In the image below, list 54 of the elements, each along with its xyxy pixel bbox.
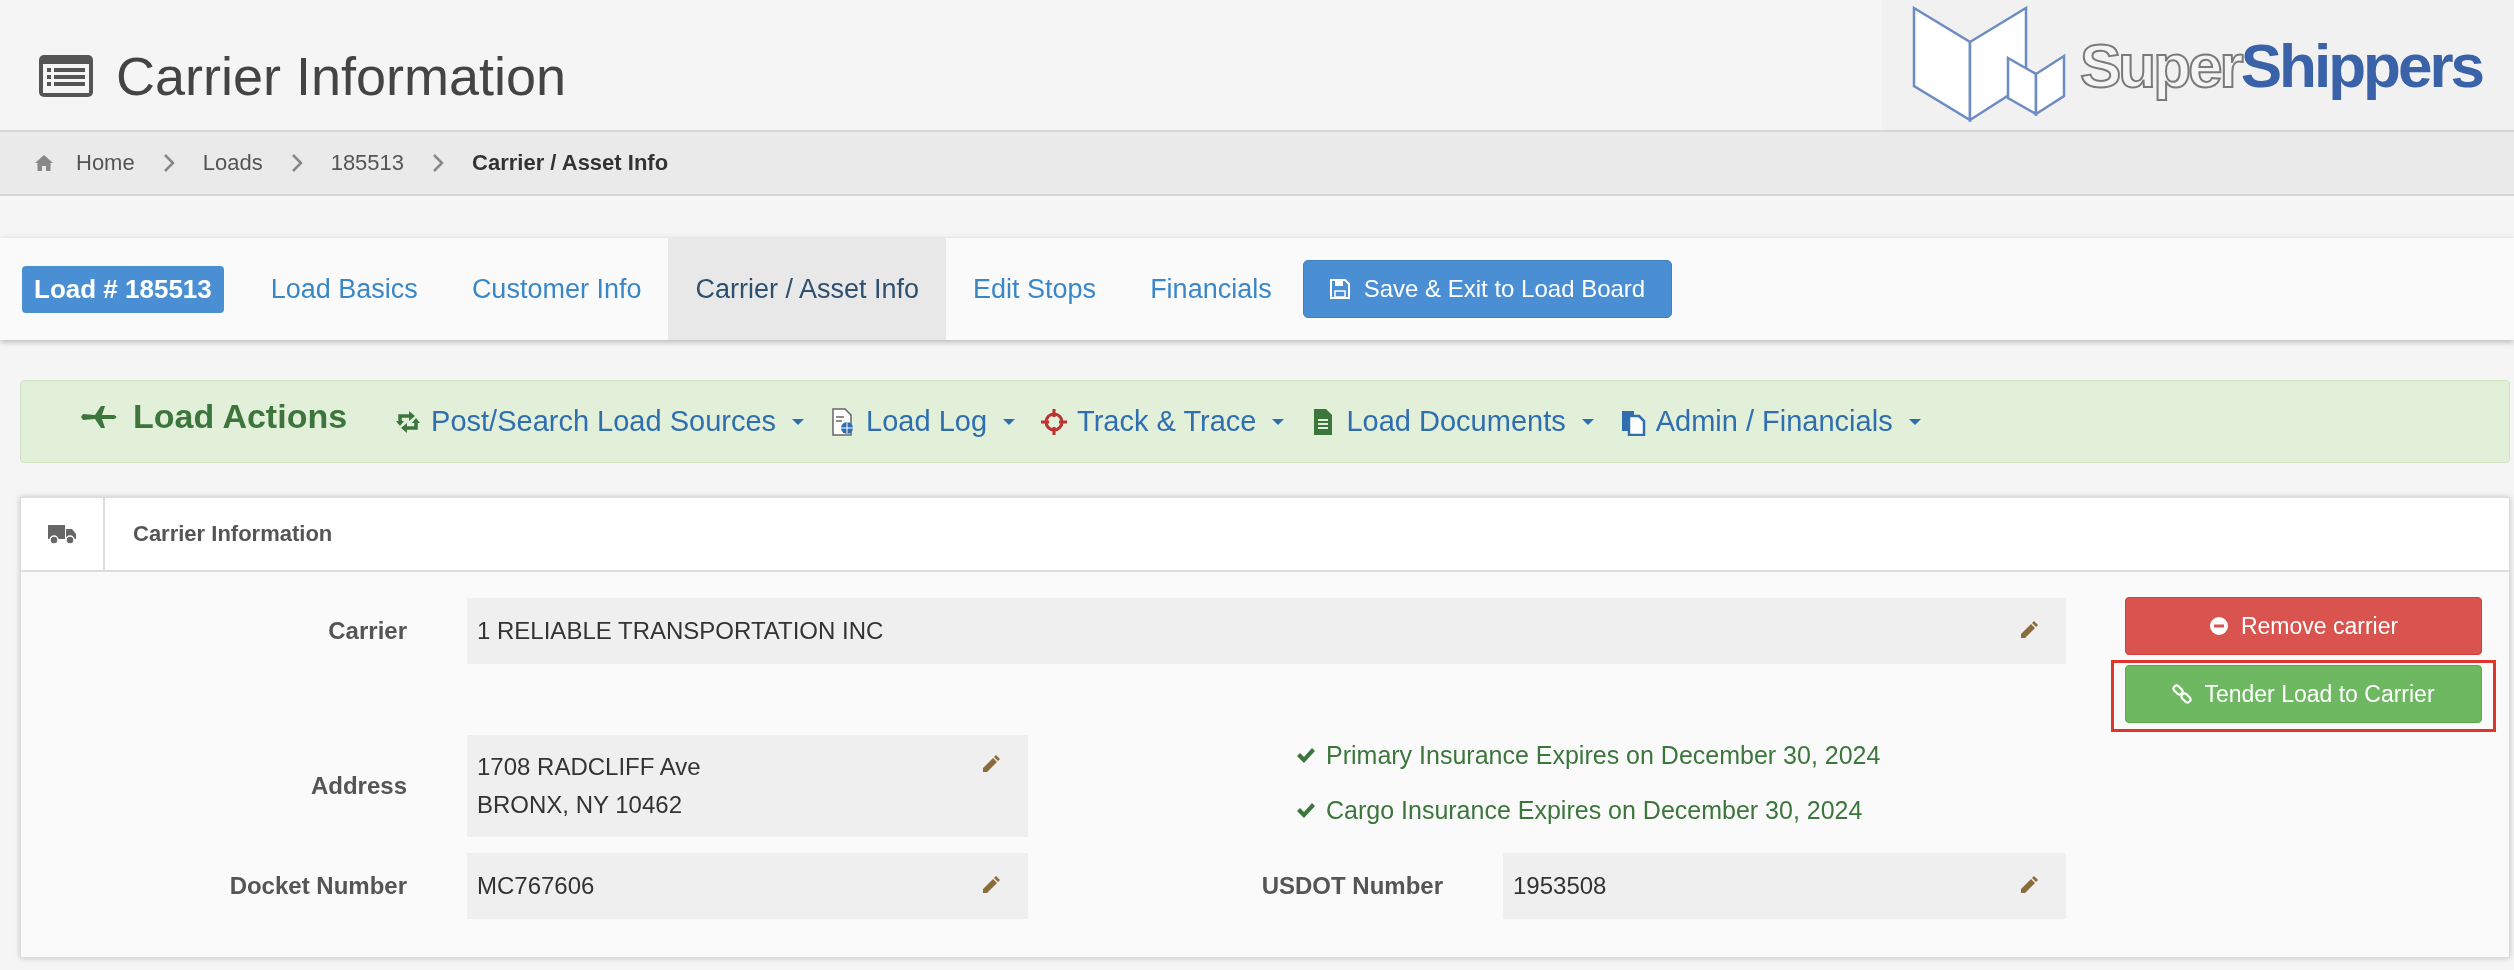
truck-icon bbox=[47, 523, 77, 545]
tab[interactable]: Financials bbox=[1123, 238, 1299, 340]
field-label: Docket Number bbox=[228, 871, 407, 901]
plane-icon bbox=[81, 404, 119, 429]
field-label: Carrier bbox=[327, 616, 407, 646]
dropdown-menu[interactable]: Load Log bbox=[830, 405, 1016, 438]
tender-load-button[interactable]: Tender Load to Carrier bbox=[2125, 665, 2482, 723]
pencil-icon[interactable] bbox=[2018, 876, 2038, 896]
minus-circle-icon bbox=[2208, 616, 2229, 636]
text-field[interactable]: 1 RELIABLE TRANSPORTATION INC bbox=[467, 598, 2066, 664]
home-icon bbox=[34, 154, 54, 172]
pencil-icon[interactable] bbox=[2018, 621, 2038, 641]
address-line: 1708 RADCLIFF Ave bbox=[477, 753, 701, 781]
chevron-icon bbox=[290, 153, 303, 173]
breadcrumb-current: Carrier / Asset Info bbox=[472, 150, 669, 176]
caret-icon bbox=[1272, 418, 1285, 425]
link-icon bbox=[2172, 684, 2193, 704]
remove-carrier-button[interactable]: Remove carrier bbox=[2125, 597, 2482, 655]
breadcrumb-link[interactable]: Home bbox=[76, 150, 135, 176]
save-exit-button[interactable]: Save & Exit to Load Board bbox=[1302, 260, 1673, 318]
crosshair-icon bbox=[1041, 407, 1068, 436]
page-title: Carrier Information bbox=[116, 45, 567, 107]
caret-icon bbox=[1908, 418, 1921, 425]
panel-title: Carrier Information bbox=[132, 520, 333, 548]
insurance-status: Primary Insurance Expires on December 30, 2024 bbox=[1326, 741, 1881, 770]
caret-icon bbox=[1003, 418, 1016, 425]
text-field[interactable]: 1708 RADCLIFF Ave BRONX, NY 10462 bbox=[467, 735, 1028, 837]
text-field[interactable]: MC767606 bbox=[467, 853, 1028, 919]
caret-icon bbox=[792, 418, 805, 425]
breadcrumb-link[interactable]: 185513 bbox=[330, 150, 405, 176]
dropdown-menu[interactable]: Admin / Financials bbox=[1619, 405, 1921, 438]
chevron-icon bbox=[432, 153, 445, 173]
dropdown-menu[interactable]: Track & Trace bbox=[1041, 405, 1285, 438]
dropdown-menu[interactable]: Load Documents bbox=[1310, 405, 1594, 438]
chevron-icon bbox=[162, 153, 175, 173]
load-actions-title: Load Actions bbox=[133, 397, 348, 436]
tab[interactable]: Load Basics bbox=[243, 238, 445, 340]
dropdown-menu[interactable]: Post/Search Load Sources bbox=[395, 405, 805, 438]
address-line: BRONX, NY 10462 bbox=[477, 791, 683, 819]
tab[interactable]: Customer Info bbox=[444, 238, 669, 340]
tab[interactable]: Carrier / Asset Info bbox=[668, 238, 947, 340]
insurance-status: Cargo Insurance Expires on December 30, 2024 bbox=[1326, 796, 1863, 825]
caret-icon bbox=[1581, 418, 1594, 425]
list-icon bbox=[38, 54, 94, 98]
logo-text: SuperShippers bbox=[2080, 29, 2482, 101]
pencil-icon[interactable] bbox=[980, 876, 1000, 896]
tab[interactable]: Edit Stops bbox=[946, 238, 1124, 340]
field-label: USDOT Number bbox=[1260, 871, 1444, 901]
breadcrumb-link[interactable]: Loads bbox=[202, 150, 263, 176]
load-number-badge: Load # 185513 bbox=[22, 265, 224, 313]
field-label: Address bbox=[309, 771, 407, 801]
pencil-icon[interactable] bbox=[980, 755, 1000, 775]
text-field[interactable]: 1953508 bbox=[1503, 853, 2066, 919]
floppy-icon bbox=[1329, 279, 1350, 299]
